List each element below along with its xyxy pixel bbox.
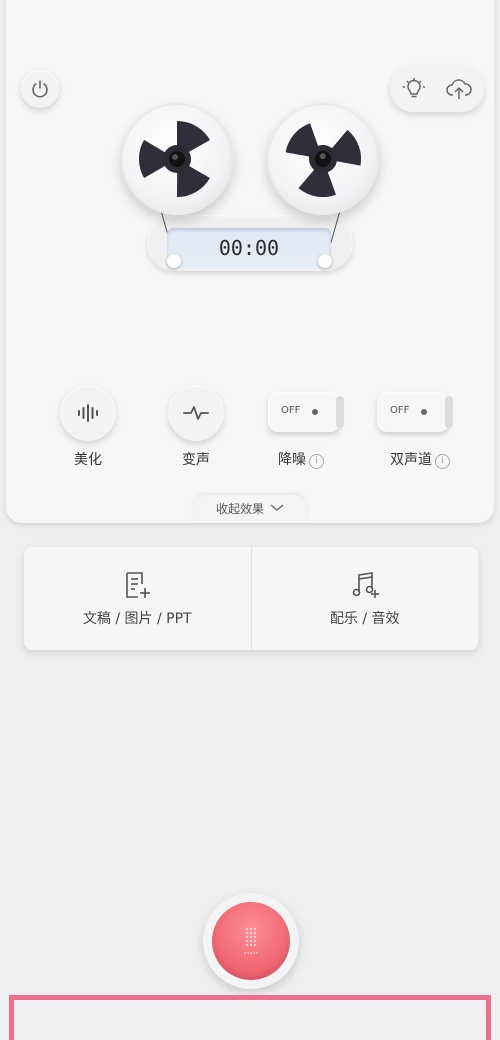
noise-reduction-label: 降噪 i <box>278 449 348 469</box>
beautify-button[interactable] <box>60 385 116 441</box>
power-icon <box>32 80 48 98</box>
dual-channel-label: 双声道 i <box>390 449 480 469</box>
pulse-icon <box>183 406 209 420</box>
highlighted-bottom-bar[interactable] <box>9 995 491 1040</box>
dual-channel-toggle[interactable]: OFF <box>377 392 453 432</box>
lightbulb-icon[interactable] <box>402 77 426 105</box>
tool-cards: 文稿 / 图片 / PPT 配乐 / 音效 <box>24 547 478 650</box>
top-right-group <box>390 66 484 112</box>
cloud-upload-icon[interactable] <box>446 77 472 105</box>
info-icon[interactable]: i <box>309 454 324 469</box>
record-button[interactable] <box>212 902 290 980</box>
voice-change-button[interactable] <box>168 385 224 441</box>
music-add-icon <box>352 571 379 598</box>
power-button[interactable] <box>21 70 59 108</box>
left-tape-knob <box>167 254 181 268</box>
docs-images-ppt-button[interactable]: 文稿 / 图片 / PPT <box>24 547 251 650</box>
timer-display: 00:00 <box>167 228 331 268</box>
noise-reduction-text: 降噪 <box>278 452 306 468</box>
toggle-state-text: OFF <box>281 405 301 416</box>
toggle-state-text: OFF <box>390 405 410 416</box>
toggle-indicator <box>312 409 318 415</box>
info-icon[interactable]: i <box>435 454 450 469</box>
record-button-ring <box>203 893 299 989</box>
toggle-indicator <box>421 409 427 415</box>
music-effects-button[interactable]: 配乐 / 音效 <box>250 547 479 650</box>
toggle-edge <box>445 396 453 428</box>
microphone-icon <box>244 927 258 954</box>
music-effects-label: 配乐 / 音效 <box>329 610 400 627</box>
waveform-icon <box>78 404 98 422</box>
left-tape-reel <box>121 103 233 215</box>
right-tape-reel <box>267 103 379 215</box>
collapse-effects-label: 收起效果 <box>215 501 264 516</box>
beautify-label: 美化 <box>74 452 102 468</box>
right-tape-knob <box>318 254 332 268</box>
docs-images-ppt-label: 文稿 / 图片 / PPT <box>82 610 192 627</box>
toggle-edge <box>336 396 344 428</box>
voice-change-label: 变声 <box>182 452 210 468</box>
document-add-icon <box>126 571 151 598</box>
collapse-effects-button[interactable]: 收起效果 <box>193 495 307 521</box>
dual-channel-text: 双声道 <box>390 452 432 468</box>
noise-reduction-toggle[interactable]: OFF <box>268 392 344 432</box>
chevron-down-icon <box>270 504 284 511</box>
